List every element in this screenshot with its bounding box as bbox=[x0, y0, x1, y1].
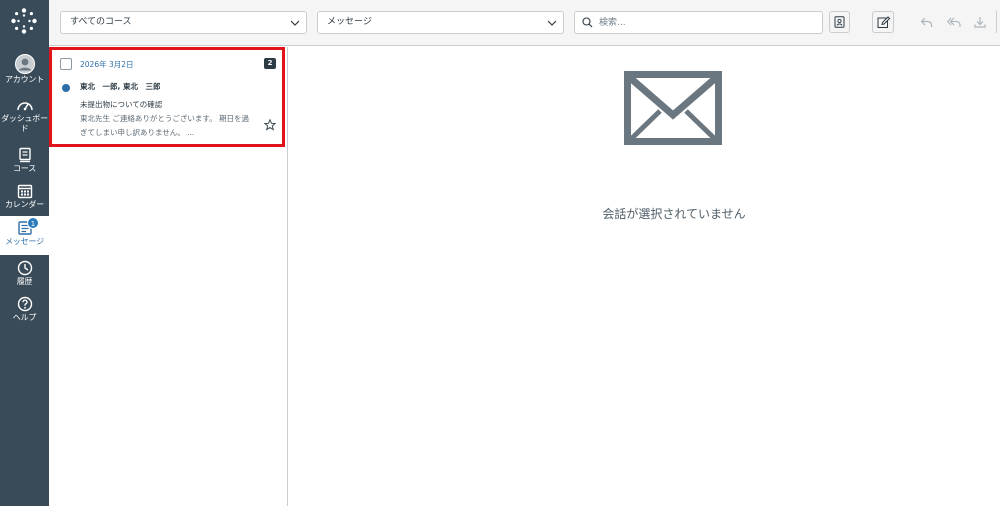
conversation-list: 2026年 3月2日 2 東北 一郎, 東北 三郎 未提出物についての確認 東北… bbox=[49, 47, 288, 506]
chevron-down-icon bbox=[290, 20, 300, 26]
nav-history-label: 履歴 bbox=[16, 277, 33, 286]
nav-messages-label: メッセージ bbox=[5, 237, 44, 246]
download-icon bbox=[974, 17, 986, 28]
global-nav: アカウント ダッシュボード コース カレンダー 1 メッセージ 履歴 ヘルプ bbox=[0, 0, 49, 506]
nav-messages[interactable]: 1 メッセージ bbox=[0, 216, 49, 255]
course-filter-value: すべてのコース bbox=[70, 17, 132, 27]
select-conversation-checkbox[interactable] bbox=[60, 58, 72, 70]
conversation-preview: 東北先生 ご連絡ありがとうございます。 期日を過ぎてしまい申し訳ありません。 .… bbox=[80, 114, 250, 137]
nav-history[interactable]: 履歴 bbox=[0, 260, 49, 287]
nav-account-label: アカウント bbox=[5, 75, 44, 84]
nav-dashboard-label: ダッシュボード bbox=[1, 114, 48, 133]
dashboard-icon bbox=[16, 102, 33, 111]
star-icon[interactable] bbox=[264, 119, 276, 131]
conversation-detail: 会話が選択されていません bbox=[289, 47, 1000, 506]
unread-badge: 1 bbox=[27, 217, 39, 229]
archive-button[interactable] bbox=[969, 11, 991, 33]
nav-help[interactable]: ヘルプ bbox=[0, 296, 49, 323]
conversation-item[interactable]: 2026年 3月2日 2 東北 一郎, 東北 三郎 未提出物についての確認 東北… bbox=[49, 47, 285, 147]
avatar-icon bbox=[14, 54, 35, 74]
compose-icon bbox=[877, 15, 890, 28]
message-type-select[interactable]: メッセージ bbox=[317, 11, 564, 34]
nav-account[interactable]: アカウント bbox=[0, 54, 49, 85]
address-book-icon bbox=[834, 16, 845, 28]
address-book-button[interactable] bbox=[829, 11, 850, 33]
conversation-subject: 未提出物についての確認 bbox=[80, 100, 163, 109]
conversations-toolbar: すべてのコース メッセージ bbox=[49, 0, 1000, 46]
message-type-value: メッセージ bbox=[327, 17, 372, 27]
envelope-icon bbox=[624, 71, 722, 145]
conversation-date: 2026年 3月2日 bbox=[80, 60, 134, 69]
unread-indicator[interactable] bbox=[62, 84, 70, 92]
search-icon bbox=[582, 17, 593, 28]
book-icon bbox=[18, 147, 31, 163]
nav-courses[interactable]: コース bbox=[0, 147, 49, 174]
no-conversation-message: 会話が選択されていません bbox=[602, 207, 746, 221]
calendar-icon bbox=[17, 184, 32, 199]
compose-button[interactable] bbox=[872, 11, 894, 33]
course-filter-select[interactable]: すべてのコース bbox=[60, 11, 307, 34]
message-count-badge: 2 bbox=[264, 58, 276, 69]
clock-icon bbox=[17, 260, 32, 276]
conversations-app: アカウント ダッシュボード コース カレンダー 1 メッセージ 履歴 ヘルプ す… bbox=[0, 0, 1000, 506]
reply-icon bbox=[920, 17, 932, 27]
nav-dashboard[interactable]: ダッシュボード bbox=[0, 97, 49, 134]
reply-all-icon bbox=[947, 17, 961, 27]
search-box bbox=[574, 11, 823, 34]
reply-button[interactable] bbox=[915, 11, 937, 33]
reply-all-button[interactable] bbox=[943, 11, 965, 33]
help-icon bbox=[17, 296, 32, 312]
chevron-down-icon bbox=[547, 20, 557, 26]
toolbar-overflow-edge bbox=[996, 11, 1000, 33]
nav-calendar-label: カレンダー bbox=[5, 200, 44, 209]
nav-courses-label: コース bbox=[13, 164, 36, 173]
nav-calendar[interactable]: カレンダー bbox=[0, 183, 49, 210]
canvas-logo-icon[interactable] bbox=[10, 7, 38, 35]
nav-help-label: ヘルプ bbox=[12, 313, 37, 322]
search-input[interactable] bbox=[599, 15, 809, 31]
conversation-participants: 東北 一郎, 東北 三郎 bbox=[80, 82, 161, 91]
